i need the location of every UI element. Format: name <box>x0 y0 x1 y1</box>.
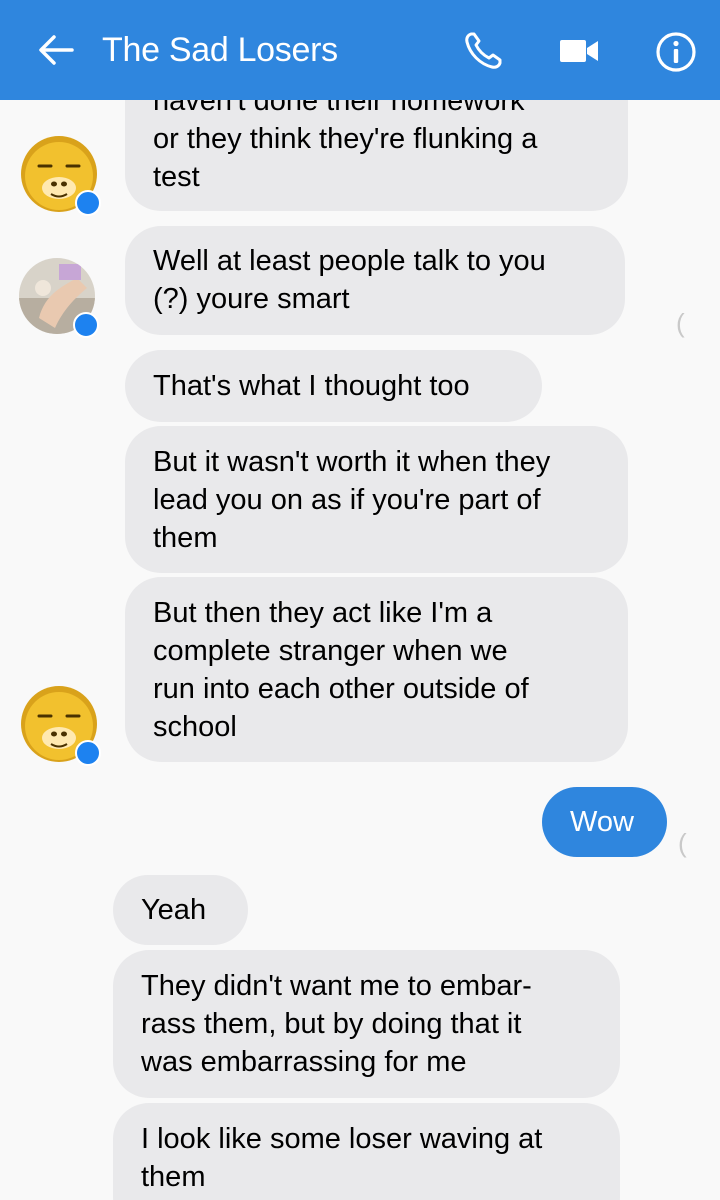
message-bubble[interactable]: But it wasn't worth it when they lead yo… <box>125 426 628 573</box>
message-text: Yeah <box>141 894 207 926</box>
avatar[interactable] <box>19 258 99 338</box>
message-bubble[interactable]: They didn't want me to embar- rass them,… <box>113 950 620 1098</box>
read-receipt-icon: ( <box>676 308 685 338</box>
messenger-badge-icon <box>73 312 99 338</box>
message-bubble[interactable]: But then they act like I'm a complete st… <box>125 577 628 762</box>
avatar[interactable] <box>21 136 101 216</box>
info-icon[interactable] <box>655 31 697 73</box>
message-bubble[interactable]: I look like some loser waving at them <box>113 1103 620 1200</box>
conversation-header: The Sad Losers <box>0 0 720 100</box>
message-text: They didn't want me to embar- rass them,… <box>141 970 532 1078</box>
video-camera-icon[interactable] <box>558 36 600 66</box>
messenger-badge-icon <box>75 190 101 216</box>
message-text: I look like some loser waving at them <box>141 1123 543 1193</box>
message-bubble-sent[interactable]: Wow <box>542 787 667 857</box>
message-text: haven't done their homework or they thin… <box>153 100 538 193</box>
back-arrow-icon[interactable] <box>36 30 76 70</box>
conversation-title[interactable]: The Sad Losers <box>102 28 338 72</box>
message-bubble[interactable]: Yeah <box>113 875 248 945</box>
message-bubble[interactable]: That's what I thought too <box>125 350 542 422</box>
message-text: Wow <box>570 806 634 838</box>
phone-icon[interactable] <box>462 30 504 72</box>
message-bubble[interactable]: Well at least people talk to you (?) you… <box>125 226 625 335</box>
message-text: That's what I thought too <box>153 370 470 402</box>
message-text: But it wasn't worth it when they lead yo… <box>153 446 551 554</box>
message-text: Well at least people talk to you (?) you… <box>153 245 546 315</box>
message-text: But then they act like I'm a complete st… <box>153 597 529 743</box>
avatar[interactable] <box>21 686 101 766</box>
message-bubble[interactable]: haven't done their homework or they thin… <box>125 100 628 211</box>
messenger-badge-icon <box>75 740 101 766</box>
message-thread[interactable]: haven't done their homework or they thin… <box>0 100 720 1200</box>
read-receipt-icon: ( <box>678 828 687 858</box>
